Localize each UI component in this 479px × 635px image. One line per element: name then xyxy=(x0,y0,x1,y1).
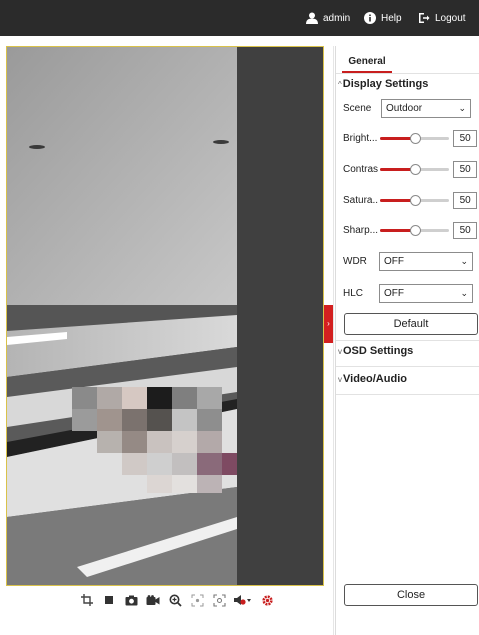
chevron-down-icon: ⌄ xyxy=(460,255,468,266)
video-audio-title: Video/Audio xyxy=(343,373,407,385)
tab-general[interactable]: General xyxy=(342,56,392,73)
panel-collapse-toggle[interactable]: › xyxy=(324,305,333,343)
settings-panel: General ^ Display Settings Scene Outdoor… xyxy=(335,46,479,635)
wdr-row: WDR OFF ⌄ xyxy=(343,251,477,271)
panel-divider xyxy=(333,46,334,635)
crop-icon[interactable] xyxy=(76,590,98,610)
help-label: Help xyxy=(381,12,402,24)
slider-thumb[interactable] xyxy=(409,133,421,144)
default-button[interactable]: Default xyxy=(344,313,478,335)
hlc-label: HLC xyxy=(343,287,364,299)
video-audio-header[interactable]: v Video/Audio xyxy=(338,373,407,385)
section-divider xyxy=(336,340,479,341)
contrast-label: Contrast xyxy=(343,163,379,175)
saturation-slider[interactable] xyxy=(380,194,450,206)
stop-icon[interactable] xyxy=(98,590,120,610)
display-settings-title: Display Settings xyxy=(342,78,429,90)
audio-icon[interactable] xyxy=(230,590,256,610)
hlc-row: HLC OFF ⌄ xyxy=(343,283,477,303)
top-bar: admin Help Logout xyxy=(0,0,479,36)
sharpness-label: Sharp... xyxy=(343,224,379,236)
scene-label: Scene xyxy=(343,102,372,114)
snapshot-icon[interactable] xyxy=(120,590,142,610)
expand-chevron-icon: v xyxy=(338,346,342,356)
brightness-value[interactable]: 50 xyxy=(453,129,477,147)
brightness-label: Bright... xyxy=(343,132,378,144)
slider-thumb[interactable] xyxy=(409,195,421,206)
brightness-row: Bright... 50 xyxy=(343,128,477,148)
wdr-value: OFF xyxy=(384,255,404,267)
wdr-label: WDR xyxy=(343,255,367,267)
username: admin xyxy=(323,12,351,24)
display-settings-header[interactable]: ^ Display Settings xyxy=(338,78,428,90)
logout-link[interactable]: Logout xyxy=(418,0,466,36)
help-link[interactable]: Help xyxy=(364,0,402,36)
saturation-value[interactable]: 50 xyxy=(453,191,477,209)
contrast-value[interactable]: 50 xyxy=(453,160,477,178)
user-icon xyxy=(306,12,318,24)
section-divider xyxy=(336,366,479,367)
help-icon xyxy=(364,12,376,24)
contrast-slider[interactable] xyxy=(380,163,450,175)
chevron-down-icon: ⌄ xyxy=(460,287,468,298)
brightness-slider[interactable] xyxy=(380,132,450,144)
close-button[interactable]: Close xyxy=(344,584,478,606)
user-menu[interactable]: admin xyxy=(306,0,350,36)
settings-icon[interactable] xyxy=(256,590,278,610)
scene-value: Outdoor xyxy=(386,102,423,114)
live-video-view[interactable] xyxy=(6,46,324,586)
scene-select[interactable]: Outdoor ⌄ xyxy=(381,98,471,118)
zoom-icon[interactable] xyxy=(164,590,186,610)
logout-icon xyxy=(418,12,430,24)
record-icon[interactable] xyxy=(142,590,164,610)
slider-thumb[interactable] xyxy=(409,225,421,236)
tab-underline-divider xyxy=(336,73,479,74)
osd-settings-title: OSD Settings xyxy=(343,345,414,357)
video-toolbar xyxy=(76,590,278,610)
osd-settings-header[interactable]: v OSD Settings xyxy=(338,345,413,357)
expand-chevron-icon: v xyxy=(338,374,342,384)
collapse-chevron-icon: ^ xyxy=(338,79,342,89)
sharpness-row: Sharp... 50 xyxy=(343,220,477,240)
region-icon[interactable] xyxy=(208,590,230,610)
chevron-down-icon: ⌄ xyxy=(458,102,466,113)
camera-scene-image xyxy=(7,47,323,585)
hlc-value: OFF xyxy=(384,287,404,299)
contrast-row: Contrast 50 xyxy=(343,159,477,179)
saturation-label: Satura... xyxy=(343,194,379,206)
focus-icon[interactable] xyxy=(186,590,208,610)
slider-thumb[interactable] xyxy=(409,164,421,175)
sharpness-value[interactable]: 50 xyxy=(453,221,477,239)
sharpness-slider[interactable] xyxy=(380,224,450,236)
hlc-select[interactable]: OFF ⌄ xyxy=(379,283,473,303)
section-divider xyxy=(336,394,479,395)
saturation-row: Satura... 50 xyxy=(343,190,477,210)
logout-label: Logout xyxy=(435,12,466,24)
wdr-select[interactable]: OFF ⌄ xyxy=(379,251,473,271)
scene-row: Scene Outdoor ⌄ xyxy=(343,98,477,118)
